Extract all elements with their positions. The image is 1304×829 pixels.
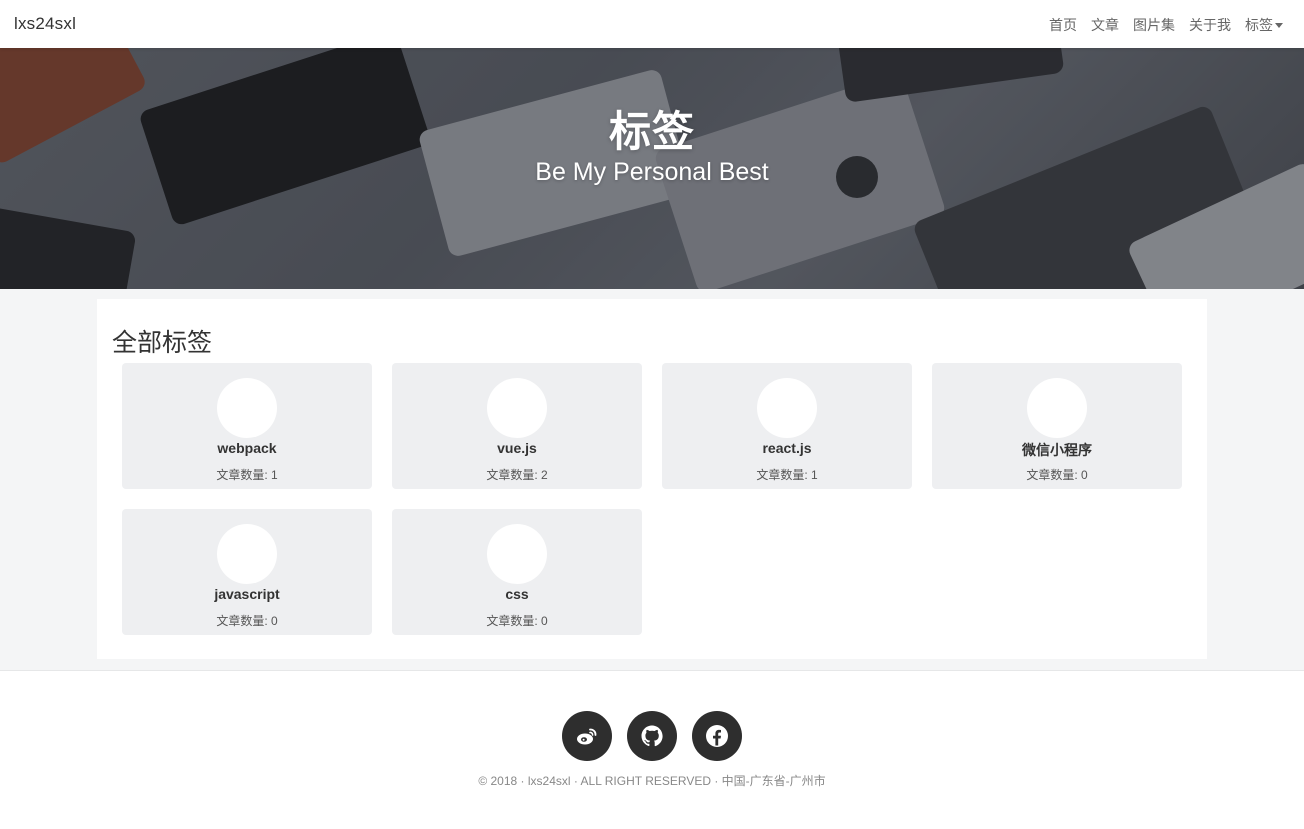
- tag-avatar: [487, 524, 547, 584]
- tag-card-vuejs[interactable]: vue.js 文章数量: 2: [392, 363, 642, 489]
- weibo-icon: [577, 728, 597, 745]
- hero-title: 标签: [608, 108, 695, 155]
- tag-card-javascript[interactable]: javascript 文章数量: 0: [122, 509, 372, 635]
- nav-tags-dropdown[interactable]: 标签: [1245, 15, 1283, 35]
- content-area: 全部标签 webpack 文章数量: 1 vue.js 文章数量: 2 reac…: [0, 289, 1304, 671]
- copyright-text: © 2018 · lxs24sxl · ALL RIGHT RESERVED ·…: [478, 774, 826, 788]
- tag-count: 文章数量: 0: [216, 614, 278, 628]
- facebook-button[interactable]: [692, 711, 742, 761]
- tag-count: 文章数量: 1: [756, 468, 818, 482]
- tag-avatar: [217, 378, 277, 438]
- nav-articles[interactable]: 文章: [1091, 15, 1119, 35]
- tag-avatar: [487, 378, 547, 438]
- nav-links: 首页 文章 图片集 关于我 标签: [1049, 15, 1283, 35]
- github-icon: [641, 725, 663, 747]
- tag-name: vue.js: [497, 440, 537, 456]
- tag-count: 文章数量: 0: [486, 614, 548, 628]
- github-button[interactable]: [627, 711, 677, 761]
- tags-panel: 全部标签 webpack 文章数量: 1 vue.js 文章数量: 2 reac…: [97, 299, 1207, 659]
- caret-down-icon: [1275, 23, 1283, 28]
- nav-home[interactable]: 首页: [1049, 15, 1077, 35]
- footer: © 2018 · lxs24sxl · ALL RIGHT RESERVED ·…: [0, 671, 1304, 829]
- tag-name: react.js: [762, 440, 812, 456]
- nav-about[interactable]: 关于我: [1189, 15, 1231, 35]
- tag-count: 文章数量: 0: [1026, 468, 1088, 482]
- brand-logo[interactable]: lxs24sxl: [14, 14, 76, 34]
- nav-tags-label: 标签: [1245, 17, 1273, 33]
- section-title: 全部标签: [112, 329, 213, 357]
- tag-name: javascript: [214, 586, 280, 602]
- tag-card-css[interactable]: css 文章数量: 0: [392, 509, 642, 635]
- tag-count: 文章数量: 2: [486, 468, 548, 482]
- hero-subtitle: Be My Personal Best: [535, 158, 769, 186]
- tag-name: 微信小程序: [1022, 442, 1092, 458]
- navbar: lxs24sxl 首页 文章 图片集 关于我 标签: [0, 0, 1304, 48]
- tag-card-webpack[interactable]: webpack 文章数量: 1: [122, 363, 372, 489]
- tag-avatar: [757, 378, 817, 438]
- tag-avatar: [1027, 378, 1087, 438]
- weibo-button[interactable]: [562, 711, 612, 761]
- tag-count: 文章数量: 1: [216, 468, 278, 482]
- tag-card-reactjs[interactable]: react.js 文章数量: 1: [662, 363, 912, 489]
- tag-name: webpack: [217, 440, 277, 456]
- tag-name: css: [505, 586, 529, 602]
- nav-gallery[interactable]: 图片集: [1133, 15, 1175, 35]
- social-links: [562, 711, 742, 761]
- tag-avatar: [217, 524, 277, 584]
- hero-banner: 标签 Be My Personal Best: [0, 48, 1304, 289]
- facebook-icon: [706, 725, 728, 747]
- tag-card-wechat-miniprogram[interactable]: 微信小程序 文章数量: 0: [932, 363, 1182, 489]
